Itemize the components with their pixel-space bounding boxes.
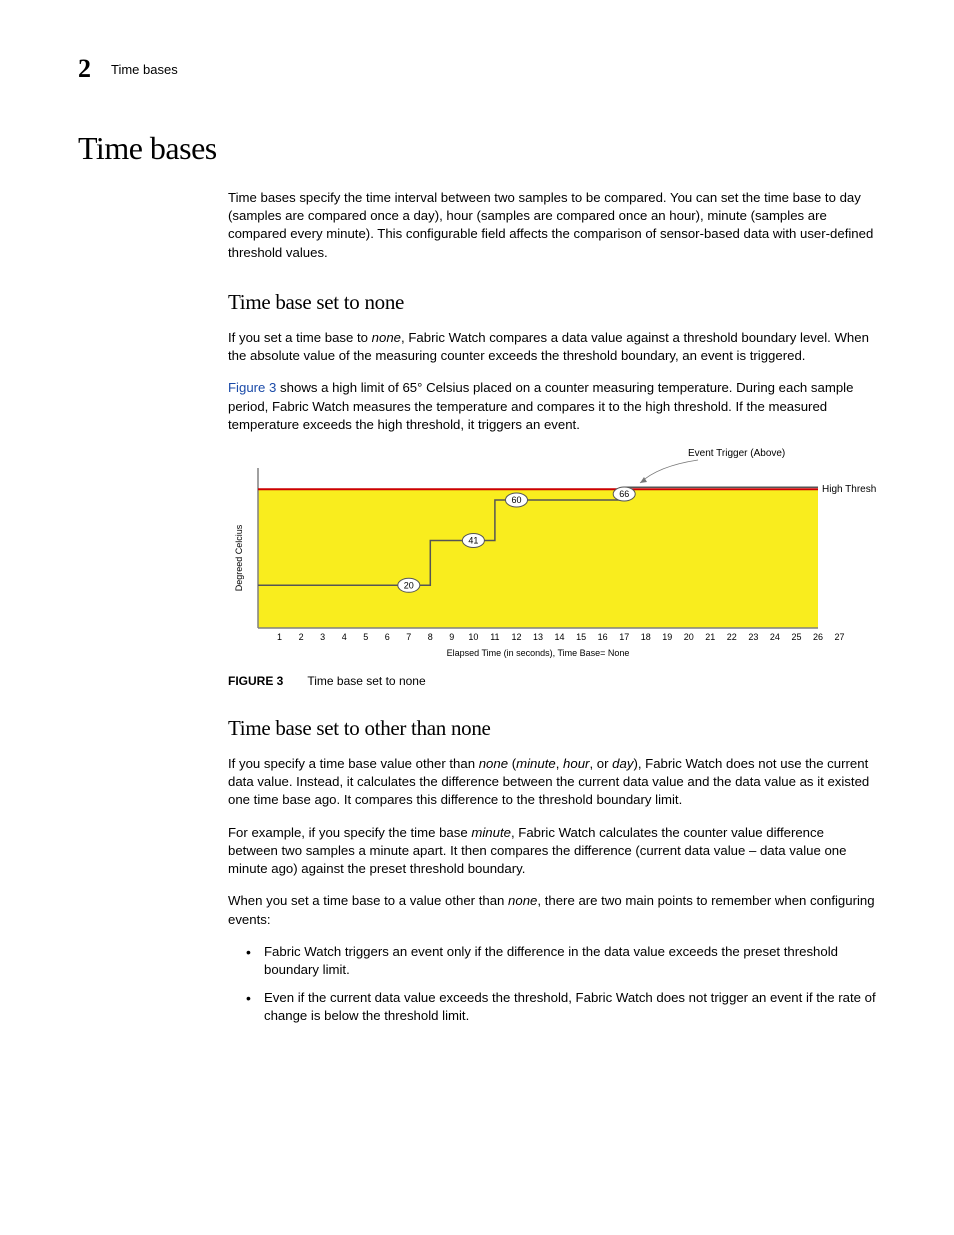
svg-text:18: 18 (641, 632, 651, 642)
text-run: When you set a time base to a value othe… (228, 893, 508, 908)
y-axis-label: Degreed Celcius (234, 524, 244, 591)
svg-text:10: 10 (468, 632, 478, 642)
text-run: shows a high limit of 65° Celsius placed… (228, 380, 853, 431)
x-axis-label: Elapsed Time (in seconds), Time Base= No… (447, 648, 630, 658)
threshold-fill (258, 489, 818, 628)
svg-text:26: 26 (813, 632, 823, 642)
text-run: For example, if you specify the time bas… (228, 825, 471, 840)
figure-number: FIGURE 3 (228, 674, 283, 688)
chapter-title: Time bases (111, 62, 178, 77)
chapter-number: 2 (78, 54, 91, 84)
svg-text:19: 19 (662, 632, 672, 642)
figure-chart: 1 2 3 4 5 6 7 8 9 10 11 12 13 14 15 16 1 (228, 448, 876, 668)
svg-text:27: 27 (834, 632, 844, 642)
body-paragraph: If you specify a time base value other t… (228, 755, 876, 810)
svg-text:11: 11 (490, 632, 499, 642)
svg-text:21: 21 (705, 632, 715, 642)
data-badge: 66 (613, 487, 635, 501)
svg-text:66: 66 (619, 489, 629, 499)
emphasis: day (612, 756, 633, 771)
svg-text:12: 12 (511, 632, 521, 642)
subsection-title: Time base set to other than none (228, 716, 876, 741)
svg-text:22: 22 (727, 632, 737, 642)
svg-text:3: 3 (320, 632, 325, 642)
svg-text:9: 9 (449, 632, 454, 642)
section-title: Time bases (78, 130, 878, 167)
svg-text:1: 1 (277, 632, 282, 642)
running-header: 2 Time bases (78, 54, 178, 84)
emphasis: none (372, 330, 401, 345)
list-item: Fabric Watch triggers an event only if t… (246, 943, 876, 979)
svg-text:20: 20 (684, 632, 694, 642)
subsection-title: Time base set to none (228, 290, 876, 315)
emphasis: none (479, 756, 508, 771)
svg-text:5: 5 (363, 632, 368, 642)
emphasis: hour (563, 756, 589, 771)
data-badge: 60 (506, 493, 528, 507)
body-paragraph: For example, if you specify the time bas… (228, 824, 876, 879)
figure-cross-reference[interactable]: Figure 3 (228, 380, 276, 395)
intro-paragraph: Time bases specify the time interval bet… (228, 189, 876, 262)
body-paragraph: Figure 3 shows a high limit of 65° Celsi… (228, 379, 876, 434)
svg-text:13: 13 (533, 632, 543, 642)
svg-text:17: 17 (619, 632, 629, 642)
emphasis: minute (516, 756, 556, 771)
callout-leader (640, 460, 698, 483)
bullet-list: Fabric Watch triggers an event only if t… (246, 943, 876, 1026)
svg-text:2: 2 (299, 632, 304, 642)
body-paragraph: If you set a time base to none, Fabric W… (228, 329, 876, 365)
svg-text:7: 7 (406, 632, 411, 642)
svg-text:16: 16 (598, 632, 608, 642)
svg-text:23: 23 (748, 632, 758, 642)
figure-caption: FIGURE 3 Time base set to none (228, 674, 876, 688)
svg-text:6: 6 (385, 632, 390, 642)
list-item: Even if the current data value exceeds t… (246, 989, 876, 1025)
svg-text:60: 60 (511, 495, 521, 505)
text-run: If you set a time base to (228, 330, 372, 345)
body-paragraph: When you set a time base to a value othe… (228, 892, 876, 928)
svg-text:25: 25 (791, 632, 801, 642)
svg-text:41: 41 (468, 535, 478, 545)
emphasis: minute (471, 825, 511, 840)
svg-text:8: 8 (428, 632, 433, 642)
text-run: , (556, 756, 563, 771)
svg-text:20: 20 (404, 580, 414, 590)
data-badge: 41 (462, 533, 484, 547)
svg-text:15: 15 (576, 632, 586, 642)
text-run: If you specify a time base value other t… (228, 756, 479, 771)
text-run: , or (589, 756, 612, 771)
threshold-label: High Threshold= 65C (822, 484, 876, 495)
svg-text:14: 14 (554, 632, 564, 642)
svg-text:4: 4 (342, 632, 347, 642)
main-content: Time bases Time bases specify the time i… (78, 130, 878, 1036)
emphasis: none (508, 893, 537, 908)
figure-caption-text: Time base set to none (307, 674, 425, 688)
event-trigger-label: Event Trigger (Above) (688, 448, 785, 459)
text-run: ( (508, 756, 516, 771)
x-ticks: 1 2 3 4 5 6 7 8 9 10 11 12 13 14 15 16 1 (277, 632, 845, 642)
svg-text:24: 24 (770, 632, 780, 642)
data-badge: 20 (398, 578, 420, 592)
